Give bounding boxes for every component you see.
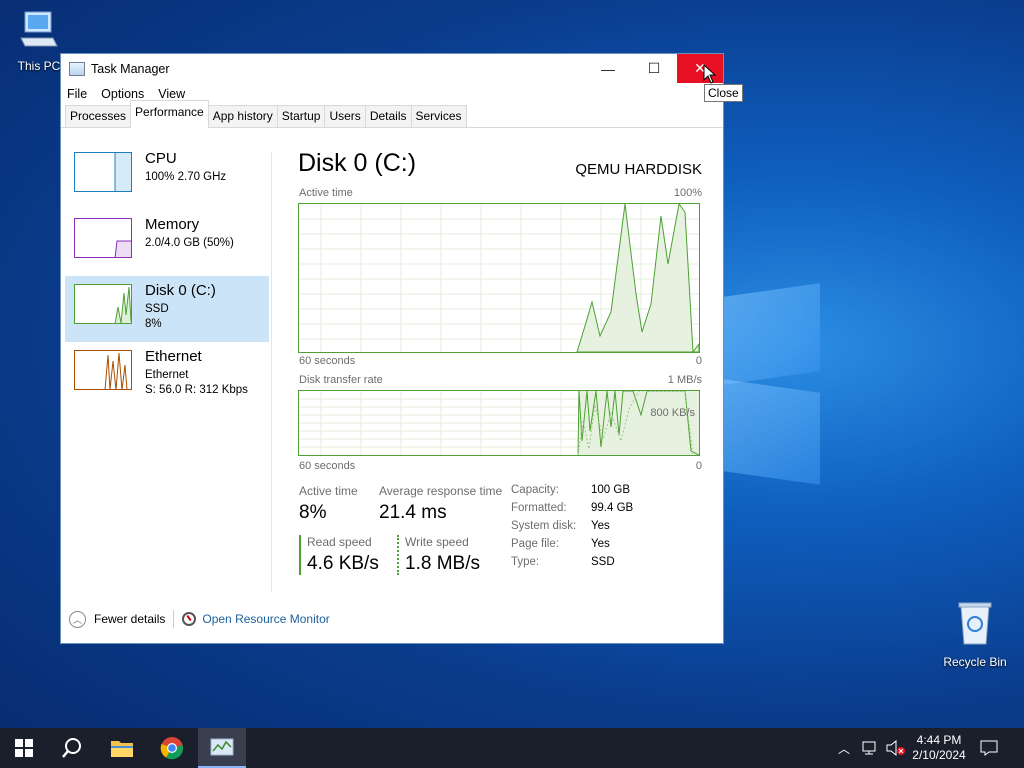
task-manager-icon	[210, 738, 234, 756]
graph2-time-label: 60 seconds	[299, 460, 356, 472]
tab-services[interactable]: Services	[410, 105, 467, 127]
task-manager-window: Task Manager — ☐ ✕ File Options View Pro…	[60, 53, 724, 644]
resource-item-cpu[interactable]: CPU 100% 2.70 GHz	[65, 144, 269, 210]
disk-title: Disk 0 (C:)	[298, 149, 417, 177]
resource-item-ethernet[interactable]: Ethernet Ethernet S: 56.0 R: 312 Kbps	[65, 342, 269, 408]
resource-name: Disk 0 (C:)	[145, 282, 216, 299]
resource-sub: 8%	[145, 318, 162, 330]
graph1-max: 100%	[673, 187, 702, 199]
taskbar: ︿ 4:44 PM 2/10/2024	[0, 728, 1024, 768]
write-speed-marker	[397, 535, 399, 575]
property-capacity: Capacity: 100 GB	[511, 484, 630, 496]
graph2-min: 0	[695, 460, 702, 472]
footer: ︿ Fewer details Open Resource Monitor	[69, 610, 330, 628]
clock-date: 2/10/2024	[912, 748, 966, 762]
this-pc-label: This PC	[17, 59, 61, 73]
resource-name: CPU	[145, 150, 177, 167]
search-button[interactable]	[48, 728, 96, 768]
menu-view[interactable]: View	[158, 87, 185, 101]
disk-model: QEMU HARDDISK	[575, 161, 702, 178]
clock[interactable]: 4:44 PM 2/10/2024	[908, 728, 970, 768]
recycle-bin-icon	[940, 600, 1010, 651]
chrome-icon	[160, 737, 184, 760]
active-time-value: 8%	[299, 502, 327, 523]
minimize-button[interactable]: —	[585, 54, 631, 83]
read-speed-value: 4.6 KB/s	[307, 553, 379, 574]
folder-icon	[111, 741, 133, 757]
footer-divider	[173, 610, 175, 628]
resource-sub: Ethernet	[145, 369, 189, 381]
active-time-graph	[298, 202, 700, 354]
resource-name: Ethernet	[145, 348, 202, 365]
graph1-time-label: 60 seconds	[299, 355, 356, 367]
read-speed-marker	[299, 535, 301, 575]
tab-app-history[interactable]: App history	[207, 105, 278, 127]
recycle-bin-desktop-icon[interactable]: Recycle Bin	[940, 600, 1010, 669]
action-center-button[interactable]	[980, 728, 998, 768]
resource-monitor-icon	[182, 612, 197, 626]
chevron-up-icon: ︿	[838, 741, 851, 756]
tab-startup[interactable]: Startup	[276, 105, 326, 127]
menu-file[interactable]: File	[67, 87, 87, 101]
property-system-disk: System disk: Yes	[511, 520, 610, 532]
chevron-up-icon[interactable]: ︿	[69, 610, 86, 628]
graph1-label: Active time	[299, 187, 353, 199]
write-speed-caption: Write speed	[405, 535, 469, 549]
tab-strip: Processes Performance App history Startu…	[61, 100, 723, 128]
graph1-min: 0	[695, 355, 702, 367]
show-hidden-icons-button[interactable]: ︿	[838, 728, 850, 768]
tab-processes[interactable]: Processes	[65, 105, 132, 127]
resource-item-disk-0[interactable]: Disk 0 (C:) SSD 8%	[65, 276, 269, 342]
resource-sub: SSD	[145, 303, 169, 315]
property-page-file: Page file: Yes	[511, 538, 610, 550]
computer-icon	[4, 8, 74, 55]
mouse-cursor-icon	[703, 63, 717, 89]
cpu-mini-graph	[74, 152, 132, 192]
fewer-details-link[interactable]: Fewer details	[94, 612, 165, 626]
resource-sub: S: 56.0 R: 312 Kbps	[145, 384, 248, 396]
graph2-max: 1 MB/s	[667, 374, 702, 386]
ethernet-mini-graph	[74, 350, 132, 390]
graph2-label: Disk transfer rate	[299, 374, 383, 386]
notification-icon	[980, 740, 998, 756]
recycle-bin-label: Recycle Bin	[943, 655, 1007, 669]
disk-mini-graph	[74, 284, 132, 324]
graph2-mid: 800 KB/s	[650, 407, 695, 419]
resource-list: CPU 100% 2.70 GHz Memory 2.0/4.0 GB (50%…	[65, 144, 269, 408]
resource-item-memory[interactable]: Memory 2.0/4.0 GB (50%)	[65, 210, 269, 276]
clock-time: 4:44 PM	[916, 733, 962, 747]
volume-muted-icon[interactable]	[886, 728, 906, 768]
resource-sub: 100% 2.70 GHz	[145, 171, 227, 183]
tab-performance[interactable]: Performance	[130, 100, 209, 128]
pane-divider[interactable]	[271, 152, 272, 592]
property-type: Type: SSD	[511, 556, 615, 568]
read-speed-caption: Read speed	[307, 535, 372, 549]
resource-sub: 2.0/4.0 GB (50%)	[145, 237, 234, 249]
memory-mini-graph	[74, 218, 132, 258]
network-icon[interactable]	[862, 728, 880, 768]
resource-name: Memory	[145, 216, 200, 233]
property-formatted: Formatted: 99.4 GB	[511, 502, 634, 514]
window-title: Task Manager	[91, 61, 170, 76]
chrome-button[interactable]	[148, 728, 196, 768]
transfer-rate-graph: 800 KB/s	[298, 390, 700, 456]
tab-users[interactable]: Users	[324, 105, 366, 127]
active-time-caption: Active time	[299, 484, 358, 498]
menu-options[interactable]: Options	[101, 87, 144, 101]
response-time-caption: Average response time	[379, 484, 503, 498]
file-explorer-button[interactable]	[98, 728, 146, 768]
search-icon	[62, 738, 81, 758]
task-manager-app-icon	[69, 61, 85, 76]
maximize-button[interactable]: ☐	[631, 54, 677, 83]
response-time-value: 21.4 ms	[379, 502, 447, 523]
tab-details[interactable]: Details	[364, 105, 412, 127]
write-speed-value: 1.8 MB/s	[405, 553, 480, 574]
title-bar[interactable]: Task Manager — ☐ ✕	[61, 54, 723, 83]
task-manager-taskbar-button[interactable]	[198, 728, 246, 768]
start-button[interactable]	[0, 728, 48, 768]
windows-start-icon	[15, 739, 33, 757]
open-resource-monitor-link[interactable]: Open Resource Monitor	[202, 612, 329, 626]
